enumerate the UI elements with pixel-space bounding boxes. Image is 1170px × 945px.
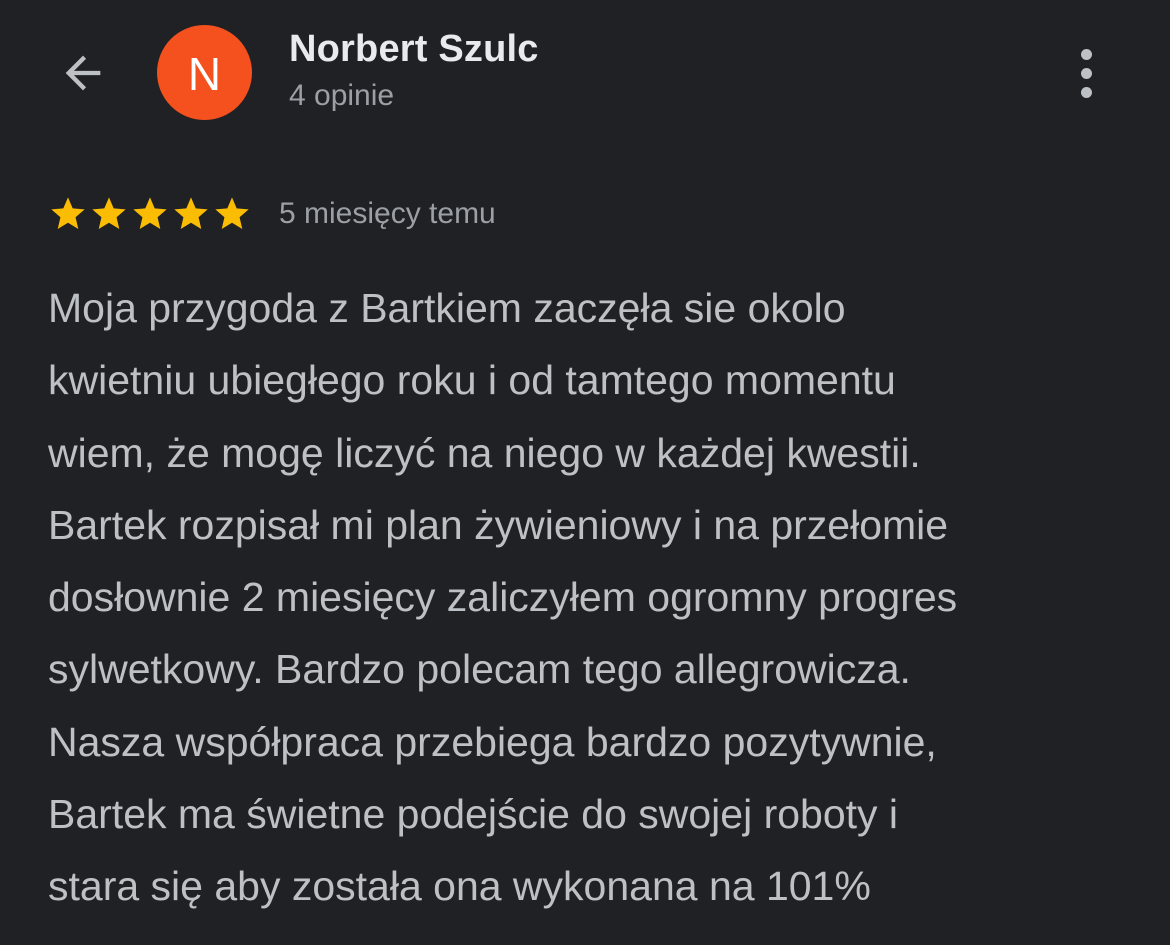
star-icon (92, 197, 126, 229)
more-vert-icon-dot (1080, 48, 1092, 60)
arrow-back-icon (65, 55, 101, 91)
review-text-line: kwietniu ubiegłego roku i od tamtego mom… (48, 357, 896, 404)
star-icon (215, 197, 249, 229)
review-text-line: stara się aby została ona wykonana na 10… (48, 863, 871, 910)
review-text-line: wiem, że mogę liczyć na niego w każdej k… (48, 429, 921, 476)
review-text-line: dosłownie 2 miesięcy zaliczyłem ogromny … (48, 574, 958, 621)
review-text: Moja przygoda z Bartkiem zaczęła sie oko… (48, 272, 1138, 923)
review-text-line: Bartek ma świetne podejście do swojej ro… (48, 791, 899, 838)
review-header: N Norbert Szulc 4 opinie (0, 0, 1170, 160)
more-vert-icon-dot (1080, 67, 1092, 79)
avatar-letter: N (187, 47, 222, 100)
review-text-line: sylwetkowy. Bardzo polecam tego allegrow… (48, 646, 911, 693)
review-date: 5 miesięcy temu (279, 197, 496, 230)
rating-row: 5 miesięcy temu (48, 192, 496, 236)
more-options-button[interactable] (1062, 44, 1110, 102)
review-count: 4 opinie (289, 79, 395, 112)
star-icon (51, 197, 85, 229)
review-text-line: Moja przygoda z Bartkiem zaczęła sie oko… (48, 285, 846, 331)
review-text-line: Bartek rozpisał mi plan żywieniowy i na … (48, 501, 949, 548)
star-icon (174, 197, 208, 229)
reviewer-name[interactable]: Norbert Szulc (289, 28, 539, 71)
back-button[interactable] (50, 40, 116, 106)
avatar[interactable]: N (157, 25, 252, 120)
star-icon (133, 197, 167, 229)
star-rating (48, 194, 252, 234)
review-text-line: Nasza współpraca przebiega bardzo pozyty… (48, 718, 937, 765)
more-vert-icon-dot (1080, 86, 1092, 98)
